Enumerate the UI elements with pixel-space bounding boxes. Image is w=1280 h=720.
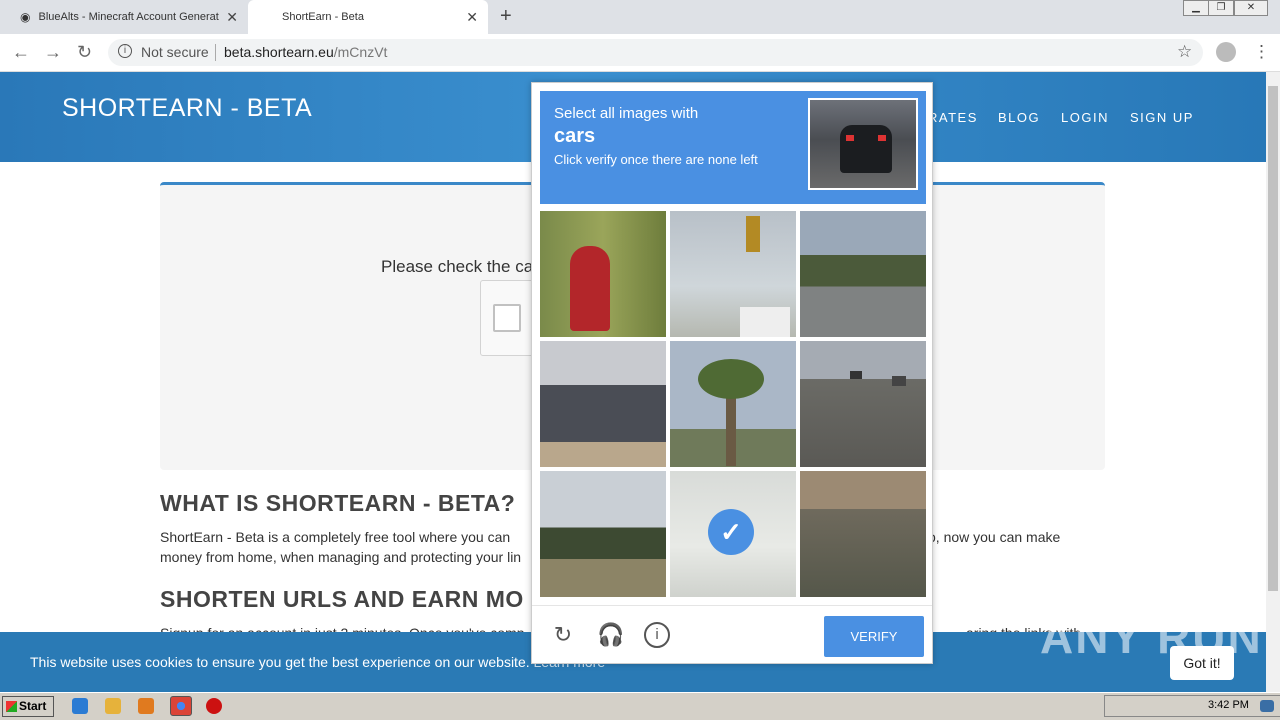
address-bar[interactable]: i Not secure beta.shortearn.eu/mCnzVt bbox=[108, 39, 1203, 66]
cookie-message: This website uses cookies to ensure you … bbox=[30, 654, 605, 670]
captcha-instructions: Select all images with cars Click verify… bbox=[540, 91, 926, 204]
media-player-icon[interactable] bbox=[138, 698, 154, 714]
captcha-tile[interactable] bbox=[540, 471, 666, 597]
url-path: /mCnzVt bbox=[333, 44, 388, 60]
recaptcha-checkbox[interactable] bbox=[493, 304, 521, 332]
new-tab-icon[interactable]: + bbox=[500, 5, 512, 28]
start-label: Start bbox=[19, 699, 47, 713]
sample-image bbox=[808, 98, 918, 190]
start-button[interactable]: Start bbox=[2, 696, 54, 717]
info-icon[interactable]: i bbox=[118, 44, 132, 58]
folder-icon[interactable] bbox=[105, 698, 121, 714]
traffic-light-shape bbox=[746, 216, 760, 252]
heading-what-is: WHAT IS SHORTEARN - BETA? bbox=[160, 490, 516, 516]
system-tray bbox=[1104, 695, 1280, 717]
hydrant-shape bbox=[570, 246, 610, 331]
nav-rates[interactable]: RATES bbox=[928, 110, 978, 125]
url-text: beta.shortearn.eu/mCnzVt bbox=[224, 44, 387, 60]
tab-strip: ◉ BlueAlts - Minecraft Account Generat ✕… bbox=[0, 0, 1280, 34]
desktop-icon[interactable] bbox=[1260, 700, 1274, 712]
close-tab-icon[interactable]: ✕ bbox=[226, 9, 238, 26]
tab-title: ShortEarn - Beta bbox=[282, 11, 364, 23]
captcha-tile[interactable] bbox=[800, 471, 926, 597]
close-tab-icon[interactable]: ✕ bbox=[466, 9, 478, 26]
captcha-tile[interactable] bbox=[670, 211, 796, 337]
profile-avatar[interactable] bbox=[1216, 42, 1236, 62]
check-icon: ✓ bbox=[708, 509, 754, 555]
captcha-tile[interactable] bbox=[670, 341, 796, 467]
house-shape bbox=[740, 307, 790, 337]
tail-light bbox=[878, 135, 886, 141]
tab-shortearn[interactable]: ShortEarn - Beta ✕ bbox=[248, 0, 488, 34]
ie-icon[interactable] bbox=[72, 698, 88, 714]
restore-icon[interactable]: ❐ bbox=[1208, 0, 1234, 16]
got-it-button[interactable]: Got it! bbox=[1170, 646, 1234, 680]
back-icon[interactable]: ← bbox=[12, 42, 30, 63]
clock: 3:42 PM bbox=[1208, 699, 1249, 711]
security-label: Not secure bbox=[141, 44, 209, 60]
nav-blog[interactable]: BLOG bbox=[998, 110, 1040, 125]
opera-icon[interactable] bbox=[206, 698, 222, 714]
instruction-target: cars bbox=[554, 125, 596, 147]
captcha-tile[interactable] bbox=[800, 211, 926, 337]
scrollbar-thumb[interactable] bbox=[1268, 86, 1278, 591]
divider bbox=[215, 44, 216, 61]
car-shape bbox=[840, 125, 892, 173]
taskbar bbox=[0, 692, 1280, 720]
windows-icon bbox=[6, 701, 17, 712]
paragraph-line: ShortEarn - Beta is a completely free to… bbox=[160, 529, 511, 545]
close-window-icon[interactable]: ✕ bbox=[1234, 0, 1268, 16]
chrome-icon[interactable] bbox=[170, 696, 192, 716]
nav-login[interactable]: LOGIN bbox=[1061, 110, 1109, 125]
bookmark-star-icon[interactable]: ☆ bbox=[1177, 42, 1192, 62]
paragraph-line: money from home, when managing and prote… bbox=[160, 549, 522, 565]
nav-signup[interactable]: SIGN UP bbox=[1130, 110, 1194, 125]
forward-icon[interactable]: → bbox=[44, 42, 62, 63]
minimize-icon[interactable]: ▁ bbox=[1183, 0, 1209, 16]
captcha-tile[interactable] bbox=[540, 211, 666, 337]
url-host: beta.shortearn.eu bbox=[224, 44, 334, 60]
cookie-text: This website uses cookies to ensure you … bbox=[30, 654, 530, 670]
captcha-dialog: Select all images with cars Click verify… bbox=[531, 82, 933, 664]
site-logo[interactable]: SHORTEARN - BETA bbox=[62, 94, 312, 123]
captcha-tile-selected[interactable]: ✓ bbox=[670, 471, 796, 597]
reload-icon[interactable]: ↻ bbox=[550, 622, 576, 648]
paragraph-line: o, now you can make bbox=[928, 529, 1061, 545]
captcha-tile[interactable] bbox=[540, 341, 666, 467]
check-text: Please check the ca bbox=[381, 257, 534, 276]
verify-button[interactable]: VERIFY bbox=[824, 616, 924, 657]
palm-crown-shape bbox=[698, 359, 764, 399]
scrollbar[interactable] bbox=[1266, 72, 1280, 692]
car-shape bbox=[892, 376, 906, 386]
heading-shorten: SHORTEN URLS AND EARN MO bbox=[160, 586, 524, 612]
instruction-hint: Click verify once there are none left bbox=[554, 152, 758, 167]
tab-title: BlueAlts - Minecraft Account Generat bbox=[38, 11, 219, 23]
menu-icon[interactable]: ⋮ bbox=[1253, 42, 1270, 62]
captcha-footer: ↻ 🎧 i VERIFY bbox=[532, 605, 932, 663]
reload-icon[interactable]: ↻ bbox=[77, 42, 92, 63]
headphones-icon[interactable]: 🎧 bbox=[597, 622, 624, 648]
tab-bluealts[interactable]: ◉ BlueAlts - Minecraft Account Generat ✕ bbox=[8, 0, 248, 34]
captcha-tile[interactable] bbox=[800, 341, 926, 467]
info-icon[interactable]: i bbox=[644, 622, 670, 648]
tail-light bbox=[846, 135, 854, 141]
instruction-line: Select all images with bbox=[554, 105, 699, 122]
eye-icon: ◉ bbox=[20, 10, 31, 24]
car-shape bbox=[850, 371, 862, 379]
